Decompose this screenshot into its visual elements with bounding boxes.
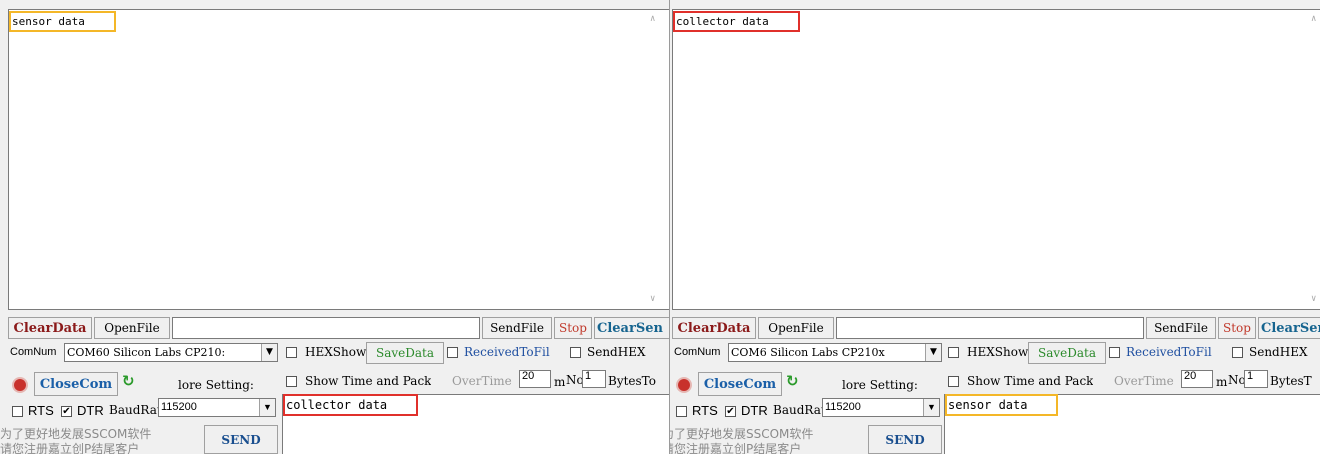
send-input-area[interactable]: collector data: [282, 394, 669, 454]
file-toolbar: ClearData OpenFile SendFile Stop ClearSe…: [8, 314, 669, 340]
baud-rate-select[interactable]: 115200 ▼: [822, 398, 940, 417]
file-path-input[interactable]: [172, 317, 480, 339]
com-num-label: ComNum: [674, 346, 721, 358]
dropdown-arrow-icon: ▼: [923, 399, 939, 416]
save-data-button[interactable]: SaveData: [1028, 342, 1106, 364]
com-num-label: ComNum: [10, 346, 57, 358]
stop-button[interactable]: Stop: [1218, 317, 1256, 339]
com-port-select[interactable]: COM6 Silicon Labs CP210x ▼: [728, 343, 942, 362]
dtr-checkbox[interactable]: ✔: [725, 406, 736, 417]
chevron-up-icon[interactable]: ∧: [650, 14, 655, 24]
send-file-button[interactable]: SendFile: [1146, 317, 1216, 339]
show-time-checkbox[interactable]: [286, 376, 297, 387]
register-notice: 为了更好地发展SSCOM软件 请您注册嘉立创P结尾客户: [669, 421, 852, 454]
send-input-area[interactable]: sensor data: [944, 394, 1320, 454]
overtime-label: OverTime: [452, 374, 512, 388]
notice-line-2: 请您注册嘉立创P结尾客户: [0, 442, 140, 454]
close-com-button[interactable]: CloseCom: [34, 372, 118, 396]
rts-label: RTS: [692, 403, 718, 418]
received-text: sensor data: [9, 11, 116, 32]
chevron-up-icon[interactable]: ∧: [1311, 14, 1316, 24]
send-text: sensor data: [944, 394, 1059, 416]
dropdown-arrow-icon: ▼: [261, 344, 277, 361]
notice-line-2: 请您注册嘉立创P结尾客户: [669, 442, 802, 454]
overtime-input[interactable]: 20: [519, 370, 551, 388]
ms-label: ms: [1216, 375, 1228, 389]
baud-rate-label: BaudRat: [773, 403, 823, 417]
close-com-button[interactable]: CloseCom: [698, 372, 782, 396]
status-led-icon: [678, 379, 690, 391]
hex-show-label: HEXShow: [967, 345, 1029, 359]
hex-show-checkbox[interactable]: [286, 347, 297, 358]
open-file-button[interactable]: OpenFile: [94, 317, 170, 339]
rts-checkbox[interactable]: [12, 406, 23, 417]
dtr-label: DTR: [77, 403, 104, 418]
open-file-button[interactable]: OpenFile: [758, 317, 834, 339]
file-path-input[interactable]: [836, 317, 1144, 339]
received-text: collector data: [673, 11, 800, 32]
received-to-file-label: ReceivedToFil: [464, 345, 550, 359]
clear-data-button[interactable]: ClearData: [8, 317, 92, 339]
send-text: collector data: [282, 394, 419, 416]
send-hex-label: SendHEX: [1249, 345, 1308, 359]
display-options: HEXShow SaveData ReceivedToFil SendHEX S…: [944, 341, 1320, 393]
send-button[interactable]: SEND: [868, 425, 942, 454]
clear-send-button[interactable]: ClearSen: [594, 317, 669, 339]
rts-label: RTS: [28, 403, 54, 418]
send-hex-label: SendHEX: [587, 345, 646, 359]
baud-rate-value: 115200: [161, 401, 197, 413]
bytes-to-label: BytesTo: [608, 374, 656, 388]
received-to-file-checkbox[interactable]: [447, 347, 458, 358]
show-time-checkbox[interactable]: [948, 376, 959, 387]
dtr-label: DTR: [741, 403, 768, 418]
bytes-to-label: BytesT: [1270, 374, 1312, 388]
chevron-down-icon[interactable]: ∨: [650, 294, 655, 304]
hex-show-checkbox[interactable]: [948, 347, 959, 358]
stop-button[interactable]: Stop: [554, 317, 592, 339]
hex-show-label: HEXShow: [305, 345, 367, 359]
overtime-input[interactable]: 20: [1181, 370, 1213, 388]
refresh-icon[interactable]: ↻: [122, 372, 135, 390]
register-notice: 为了更好地发展SSCOM软件 请您注册嘉立创P结尾客户: [0, 421, 190, 454]
save-data-button[interactable]: SaveData: [366, 342, 444, 364]
com-port-select[interactable]: COM60 Silicon Labs CP210: ▼: [64, 343, 278, 362]
show-time-label: Show Time and Pack: [967, 374, 1094, 388]
rts-checkbox[interactable]: [676, 406, 687, 417]
send-file-button[interactable]: SendFile: [482, 317, 552, 339]
more-settings-button[interactable]: lore Setting:: [178, 374, 278, 395]
send-hex-checkbox[interactable]: [1232, 347, 1243, 358]
send-hex-checkbox[interactable]: [570, 347, 581, 358]
receive-area[interactable]: collector data ∧ ∨: [672, 9, 1320, 310]
baud-rate-select[interactable]: 115200 ▼: [158, 398, 276, 417]
send-button[interactable]: SEND: [204, 425, 278, 454]
received-to-file-label: ReceivedToFil: [1126, 345, 1212, 359]
dropdown-arrow-icon: ▼: [259, 399, 275, 416]
port-controls: ComNum COM6 Silicon Labs CP210x ▼ CloseC…: [669, 341, 944, 454]
ms-label: ms: [554, 375, 566, 389]
com-port-value: COM6 Silicon Labs CP210x: [731, 346, 885, 359]
dtr-checkbox[interactable]: ✔: [61, 406, 72, 417]
port-controls: ComNum COM60 Silicon Labs CP210: ▼ Close…: [0, 341, 280, 454]
clear-send-button[interactable]: ClearSen: [1258, 317, 1320, 339]
receive-area[interactable]: sensor data ∧ ∨: [8, 9, 669, 310]
overtime-label: OverTime: [1114, 374, 1174, 388]
chevron-down-icon[interactable]: ∨: [1311, 294, 1316, 304]
display-options: HEXShow SaveData ReceivedToFil SendHEX S…: [282, 341, 669, 393]
file-toolbar: ClearData OpenFile SendFile Stop ClearSe…: [672, 314, 1320, 340]
received-to-file-checkbox[interactable]: [1109, 347, 1120, 358]
com-port-value: COM60 Silicon Labs CP210:: [67, 346, 226, 359]
sscom-window-left: sensor data ∧ ∨ ClearData OpenFile SendF…: [0, 0, 669, 454]
clear-data-button[interactable]: ClearData: [672, 317, 756, 339]
baud-rate-value: 115200: [825, 401, 861, 413]
show-time-label: Show Time and Pack: [305, 374, 432, 388]
packet-no-input[interactable]: 1: [582, 370, 606, 388]
packet-no-input[interactable]: 1: [1244, 370, 1268, 388]
refresh-icon[interactable]: ↻: [786, 372, 799, 390]
more-settings-button[interactable]: lore Setting:: [842, 374, 942, 395]
baud-rate-label: BaudRat: [109, 403, 159, 417]
dropdown-arrow-icon: ▼: [925, 344, 941, 361]
status-led-icon: [14, 379, 26, 391]
sscom-window-right: collector data ∧ ∨ ClearData OpenFile Se…: [669, 0, 1320, 454]
